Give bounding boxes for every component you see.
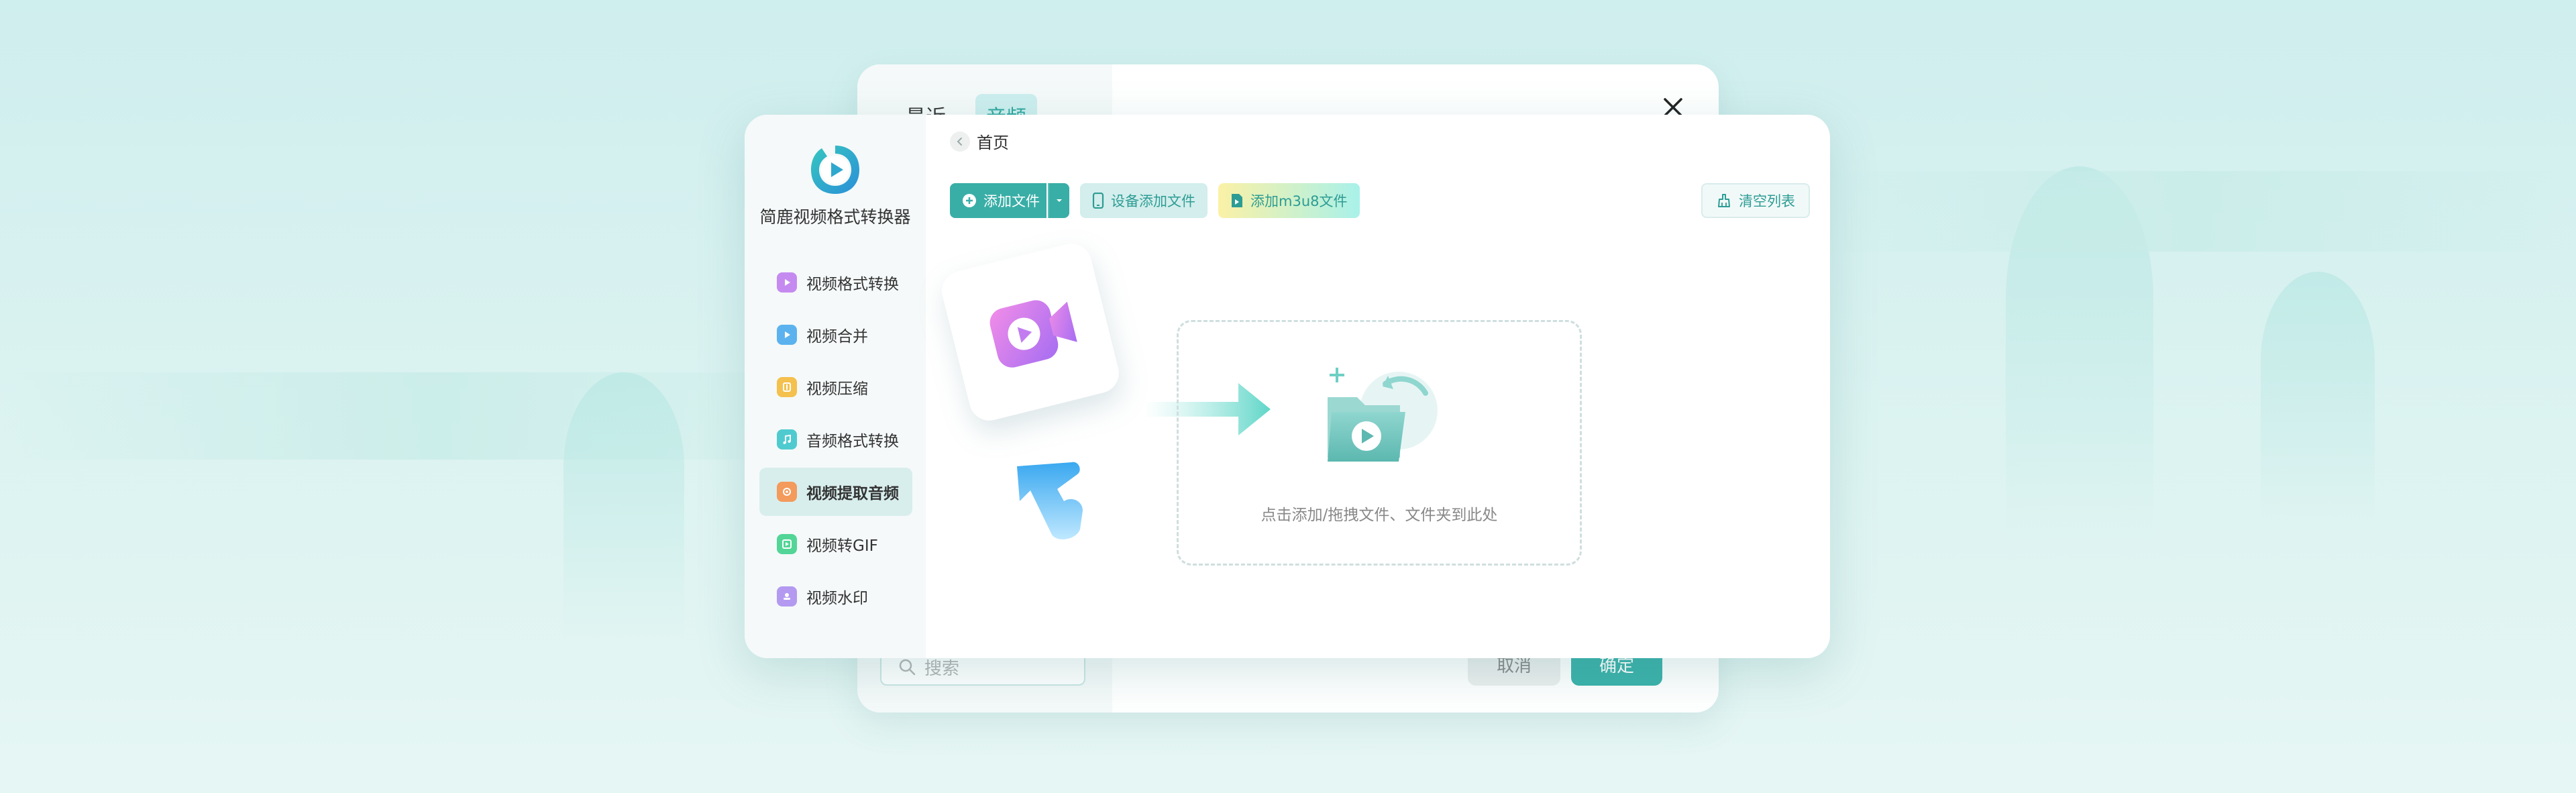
- app-name: 简鹿视频格式转换器: [759, 207, 911, 227]
- device-add-file-button[interactable]: 设备添加文件: [1080, 183, 1208, 218]
- sidebar-item-extract-audio[interactable]: 视频提取音频: [759, 468, 912, 516]
- sidebar-item-video-merge[interactable]: 视频合并: [759, 311, 912, 359]
- video-camera-icon: [989, 300, 1077, 368]
- sidebar-item-video-gif[interactable]: 视频转GIF: [759, 520, 912, 568]
- breadcrumb[interactable]: 首页: [950, 129, 1009, 153]
- back-arrow-icon[interactable]: [950, 131, 970, 152]
- search-icon: [899, 659, 916, 676]
- drop-zone-hint: 点击添加/拖拽文件、文件夹到此处: [1260, 507, 1498, 524]
- toolbar: 添加文件 设备添加文件 添加m3u8文件: [950, 183, 1360, 218]
- sidebar-item-label: 视频压缩: [806, 380, 868, 398]
- sidebar-item-video-convert[interactable]: 视频格式转换: [759, 258, 912, 307]
- phone-icon: [1092, 193, 1104, 209]
- drag-illustration: [937, 239, 1147, 539]
- audio-convert-icon: [777, 429, 797, 450]
- sidebar-item-label: 视频水印: [806, 590, 868, 607]
- main-content: 首页 添加文件 设备添加文件 添加m3u8文件 清空列表 点击添加/拖拽文件、文…: [926, 115, 1830, 658]
- add-m3u8-label: 添加m3u8文件: [1250, 193, 1348, 209]
- sidebar-item-video-watermark[interactable]: 视频水印: [759, 572, 912, 621]
- background-band: [0, 372, 872, 460]
- plus-circle-icon: [963, 194, 976, 207]
- video-convert-icon: [777, 272, 797, 293]
- cursor-arrow-icon: [1017, 462, 1083, 539]
- video-merge-icon: [777, 325, 797, 345]
- video-compress-icon: [777, 377, 797, 397]
- video-gif-icon: [777, 534, 797, 554]
- sidebar: 简鹿视频格式转换器 视频格式转换 视频合并 视频压缩 音频格式转换 视频提取音频…: [745, 115, 926, 658]
- background-arch: [2261, 272, 2375, 527]
- app-logo-icon: [811, 146, 859, 194]
- sidebar-nav: 视频格式转换 视频合并 视频压缩 音频格式转换 视频提取音频 视频转GIF 视频…: [759, 258, 912, 625]
- extract-audio-icon: [777, 482, 797, 502]
- file-drop-zone[interactable]: 点击添加/拖拽文件、文件夹到此处: [1177, 320, 1582, 566]
- chevron-down-icon: [1057, 199, 1062, 202]
- add-file-dropdown-button[interactable]: [1048, 183, 1069, 218]
- sidebar-item-label: 视频合并: [806, 328, 868, 346]
- m3u8-file-icon: [1232, 194, 1242, 207]
- clear-list-button[interactable]: 清空列表: [1701, 183, 1810, 218]
- clear-list-label: 清空列表: [1739, 193, 1795, 209]
- sidebar-item-label: 视频提取音频: [806, 485, 899, 503]
- sidebar-item-label: 视频转GIF: [806, 537, 878, 555]
- folder-video-icon: [1328, 368, 1438, 462]
- breadcrumb-home[interactable]: 首页: [977, 129, 1009, 153]
- add-file-button[interactable]: 添加文件: [950, 183, 1046, 218]
- app-window: 简鹿视频格式转换器 视频格式转换 视频合并 视频压缩 音频格式转换 视频提取音频…: [745, 115, 1830, 658]
- sidebar-item-label: 视频格式转换: [806, 276, 899, 293]
- background-band: [1811, 171, 2576, 252]
- background-arch: [564, 372, 684, 641]
- sidebar-item-video-compress[interactable]: 视频压缩: [759, 363, 912, 411]
- sidebar-item-audio-convert[interactable]: 音频格式转换: [759, 415, 912, 464]
- video-watermark-icon: [777, 586, 797, 606]
- search-placeholder: 搜索: [924, 658, 960, 679]
- add-m3u8-button[interactable]: 添加m3u8文件: [1218, 183, 1360, 218]
- device-add-file-label: 设备添加文件: [1111, 193, 1195, 209]
- broom-icon: [1718, 194, 1730, 207]
- add-file-label: 添加文件: [983, 193, 1040, 209]
- sidebar-item-label: 音频格式转换: [806, 433, 899, 450]
